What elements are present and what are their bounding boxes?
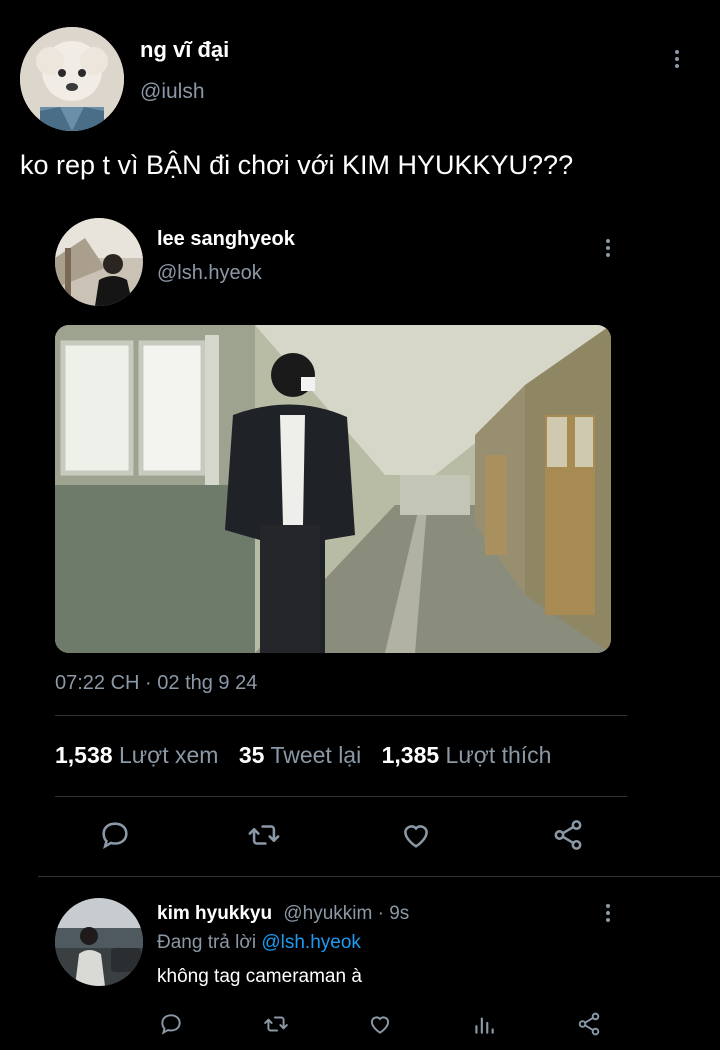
divider (55, 796, 627, 797)
reply-author-name[interactable]: kim hyukkyu (157, 903, 272, 924)
retweet-icon[interactable] (246, 818, 282, 852)
like-icon[interactable] (366, 1011, 394, 1037)
quoted-author-name[interactable]: lee sanghyeok (157, 228, 295, 251)
reply-icon[interactable] (98, 818, 132, 852)
replying-to-link[interactable]: @lsh.hyeok (261, 932, 361, 953)
reply-more-icon[interactable] (606, 904, 610, 922)
views-label: Lượt xem (118, 742, 219, 768)
like-icon[interactable] (398, 818, 434, 852)
quoted-author-avatar[interactable] (55, 218, 143, 306)
views-stat[interactable]: 1,538 Lượt xem (55, 742, 225, 768)
quoted-timestamp[interactable]: 07:22 CH · 02 thg 9 24 (55, 672, 257, 695)
share-icon[interactable] (551, 818, 585, 852)
likes-label: Lượt thích (445, 742, 552, 768)
share-icon[interactable] (576, 1011, 602, 1037)
retweets-stat[interactable]: 35 Tweet lại (239, 742, 368, 768)
quoted-tweet-photo[interactable] (55, 325, 611, 653)
outer-author-avatar[interactable] (20, 27, 124, 131)
divider (38, 876, 720, 877)
stats-row: 1,538 Lượt xem 35 Tweet lại 1,385 Lượt t… (55, 742, 551, 769)
quoted-more-icon[interactable] (606, 239, 610, 257)
retweets-count: 35 (238, 742, 265, 768)
reply-icon[interactable] (158, 1011, 184, 1037)
replying-prefix: Đang trả lời (157, 932, 257, 953)
divider (55, 715, 627, 716)
retweet-icon[interactable] (262, 1011, 290, 1037)
likes-stat[interactable]: 1,385 Lượt thích (382, 742, 552, 768)
views-count: 1,538 (55, 742, 113, 768)
reply-author-avatar[interactable] (55, 898, 143, 986)
outer-tweet-text: ko rep t vì BẬN đi chơi với KIM HYUKKYU?… (20, 150, 574, 180)
reply-header: kim hyukkyu @hyukkim · 9s (157, 903, 409, 925)
reply-replying-to: Đang trả lời @lsh.hyeok (157, 932, 361, 954)
outer-more-icon[interactable] (675, 50, 679, 68)
analytics-icon[interactable] (471, 1011, 497, 1037)
reply-text: không tag cameraman à (157, 966, 362, 987)
outer-author-name[interactable]: ng vĩ đại (140, 37, 229, 63)
outer-author-handle[interactable]: @iulsh (140, 80, 205, 104)
reply-author-handle-time[interactable]: @hyukkim · 9s (283, 903, 409, 924)
likes-count: 1,385 (381, 742, 440, 768)
quoted-author-handle[interactable]: @lsh.hyeok (157, 262, 262, 285)
retweets-label: Tweet lại (270, 742, 362, 768)
